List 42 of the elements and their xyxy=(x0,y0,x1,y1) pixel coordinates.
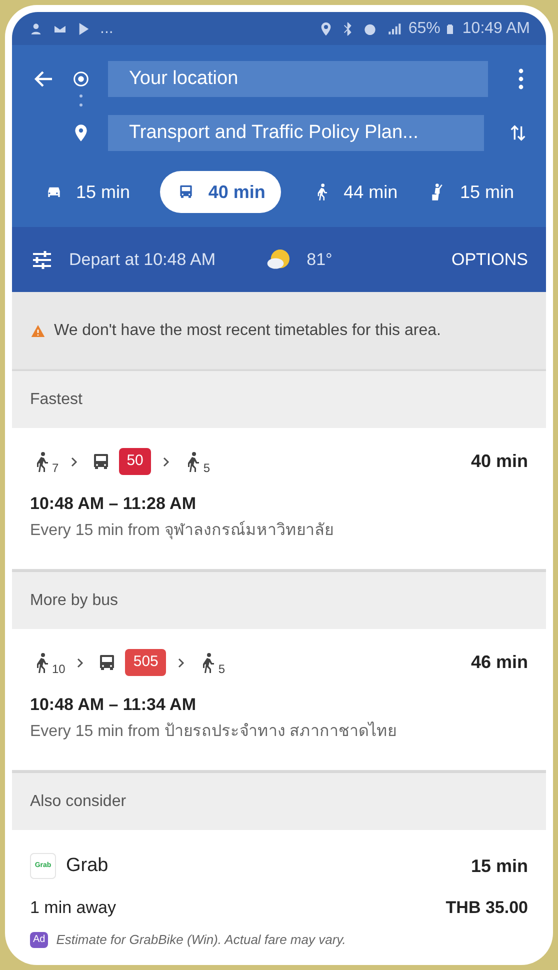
route-duration: 40 min xyxy=(470,450,528,473)
rideshare-duration: 15 min xyxy=(470,854,528,878)
dotted-connector-icon xyxy=(79,93,83,109)
clock-time: 10:49 AM xyxy=(462,18,530,38)
route-times: 10:48 AM – 11:28 AM xyxy=(30,493,197,515)
section-header: More by bus xyxy=(12,571,546,629)
route-duration: 46 min xyxy=(470,651,528,674)
walk-minutes: 10 xyxy=(52,662,66,674)
walk-minutes: 5 xyxy=(218,662,226,674)
rideshare-name: Grab xyxy=(66,854,108,878)
notifications-more: ... xyxy=(100,18,114,38)
options-button[interactable]: OPTIONS xyxy=(451,246,528,272)
route-times: 10:48 AM – 11:34 AM xyxy=(30,694,197,716)
walk-minutes: 5 xyxy=(203,462,210,474)
travel-mode-tab[interactable]: 44 min xyxy=(312,171,398,213)
destination-field[interactable]: Transport and Traffic Policy Plan... xyxy=(108,115,484,151)
more-menu-icon[interactable] xyxy=(518,67,524,91)
battery-percent: 65% xyxy=(408,18,440,38)
temperature: 81° xyxy=(306,248,332,271)
section-header: Also consider xyxy=(12,772,546,830)
chevron-icon xyxy=(176,658,186,668)
bus-line-badge: 505 xyxy=(125,649,166,676)
pickup-time: 1 min away xyxy=(30,896,116,918)
depart-time[interactable]: Depart at 10:48 AM xyxy=(69,246,216,272)
chevron-icon xyxy=(75,658,86,668)
travel-mode-tab[interactable]: 15 min xyxy=(44,171,130,213)
chevron-icon xyxy=(68,456,79,466)
chevron-icon xyxy=(161,456,172,466)
bus-line-badge: 50 xyxy=(118,448,152,475)
walk-minutes: 7 xyxy=(52,462,59,474)
route-frequency: Every 15 min from ป้ายรถประจำทาง สภากาชาดไทย xyxy=(30,720,398,742)
route-frequency: Every 15 min from จุฬาลงกรณ์มหาวิทยาลัย xyxy=(30,520,334,542)
warning-text: We don't have the most recent timetables for this area. xyxy=(54,320,441,340)
origin-field[interactable]: Your location xyxy=(108,61,488,97)
ad-badge: Ad xyxy=(30,932,48,948)
origin-dot-icon xyxy=(71,69,91,89)
travel-mode-tab[interactable]: 15 min xyxy=(428,171,514,213)
warning-icon xyxy=(30,322,46,338)
fare-note: Estimate for GrabBike (Win). Actual fare may vary. xyxy=(56,931,346,949)
section-header: Fastest xyxy=(12,370,546,428)
travel-mode-tab[interactable]: 40 min xyxy=(160,171,282,213)
fare-price: THB 35.00 xyxy=(446,896,528,918)
